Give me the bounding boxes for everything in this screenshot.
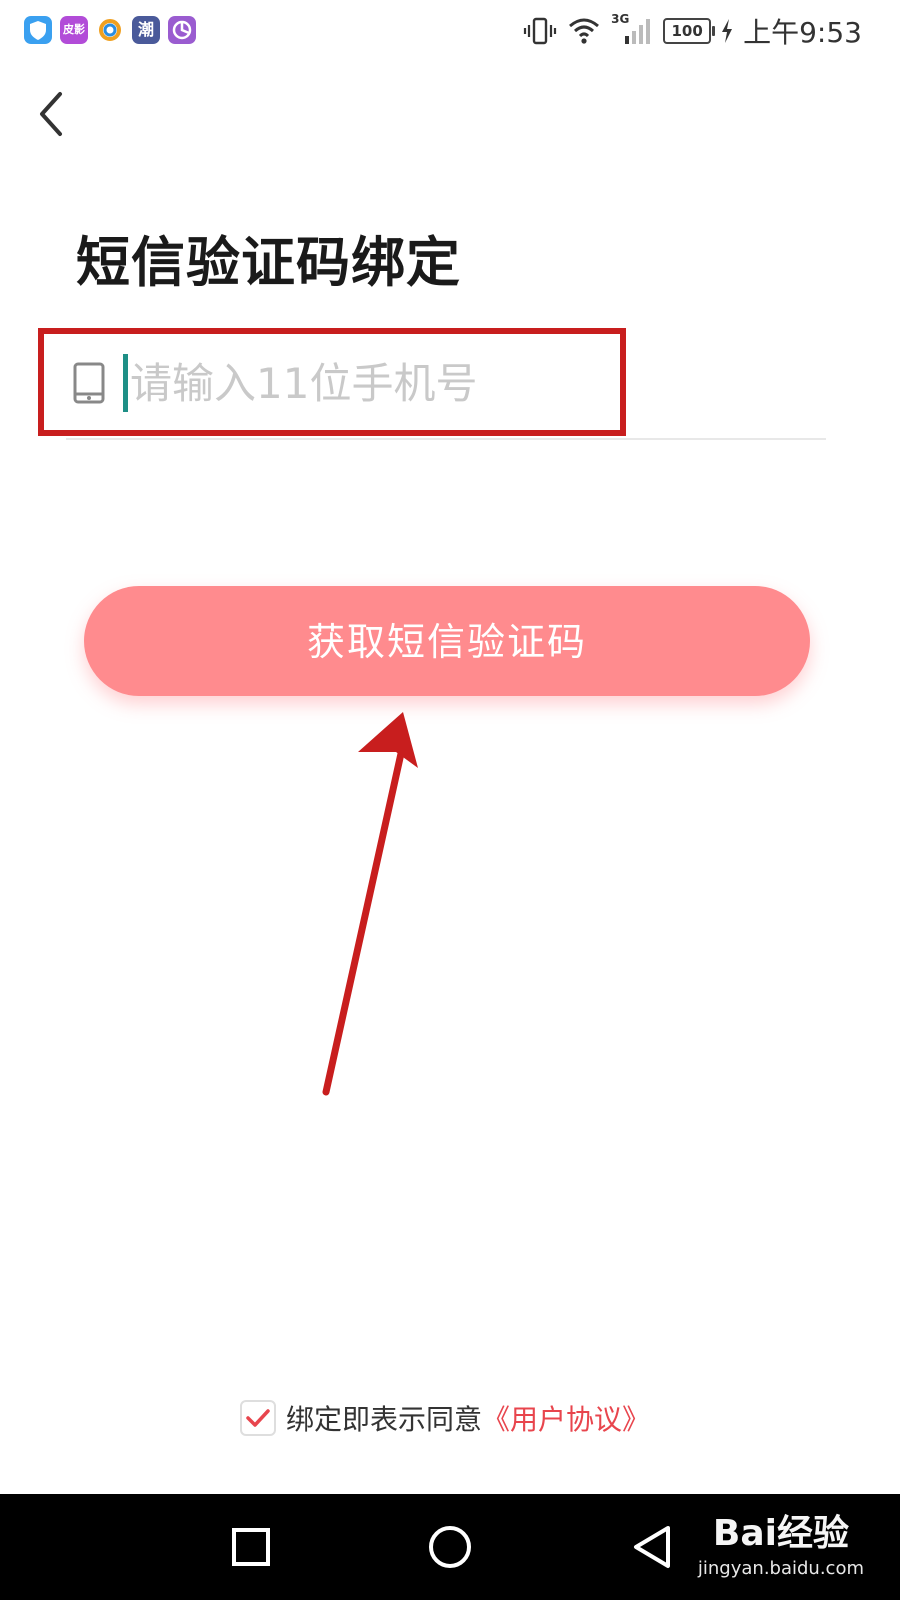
battery-icon: 100	[663, 18, 716, 44]
agreement-text: 绑定即表示同意	[286, 1403, 483, 1436]
phone-number-input[interactable]	[130, 350, 690, 416]
charging-icon	[722, 19, 733, 43]
back-icon[interactable]	[628, 1522, 678, 1572]
status-time: 上午9:53	[743, 16, 862, 49]
app-label: 皮影	[63, 23, 85, 36]
chao-app-icon: 潮	[132, 16, 160, 44]
wifi-icon	[569, 18, 600, 44]
home-icon[interactable]	[425, 1522, 475, 1572]
signal-indicator: 3G	[611, 12, 653, 46]
app-label: 潮	[137, 20, 154, 39]
status-indicators: 3G 100 上午9:53	[523, 12, 862, 50]
phone-icon	[73, 362, 105, 404]
browser-app-icon	[96, 16, 124, 44]
input-underline	[66, 438, 826, 440]
checkmark-icon	[246, 1409, 270, 1427]
watermark-url: jingyan.baidu.com	[697, 1558, 864, 1579]
status-bar: 皮影 潮 3G 100 上午9:53	[0, 0, 900, 62]
navigation-bar: Bai经验 jingyan.baidu.com	[0, 1494, 900, 1600]
agreement-checkbox[interactable]	[240, 1400, 276, 1436]
chevron-left-icon	[40, 92, 62, 136]
page-title: 短信验证码绑定	[76, 231, 461, 294]
battery-level: 100	[671, 22, 703, 40]
recent-apps-icon[interactable]	[226, 1522, 276, 1572]
vibrate-icon	[524, 17, 557, 45]
back-button[interactable]	[30, 82, 86, 146]
pie-app-icon	[168, 16, 196, 44]
annotation-arrow	[322, 712, 418, 1096]
signal-icon	[625, 19, 651, 44]
user-agreement-link[interactable]: 《用户协议》	[482, 1398, 650, 1438]
shield-app-icon	[24, 16, 52, 44]
pixiu-app-icon: 皮影	[60, 16, 88, 44]
get-sms-code-button[interactable]: 获取短信验证码	[84, 586, 810, 696]
agreement-row: 绑定即表示同意 《用户协议》	[240, 1396, 650, 1440]
watermark-logo: Bai经验	[712, 1513, 849, 1554]
text-caret	[123, 354, 128, 412]
baidu-jingyan-watermark: Bai经验 jingyan.baidu.com	[698, 1504, 864, 1579]
